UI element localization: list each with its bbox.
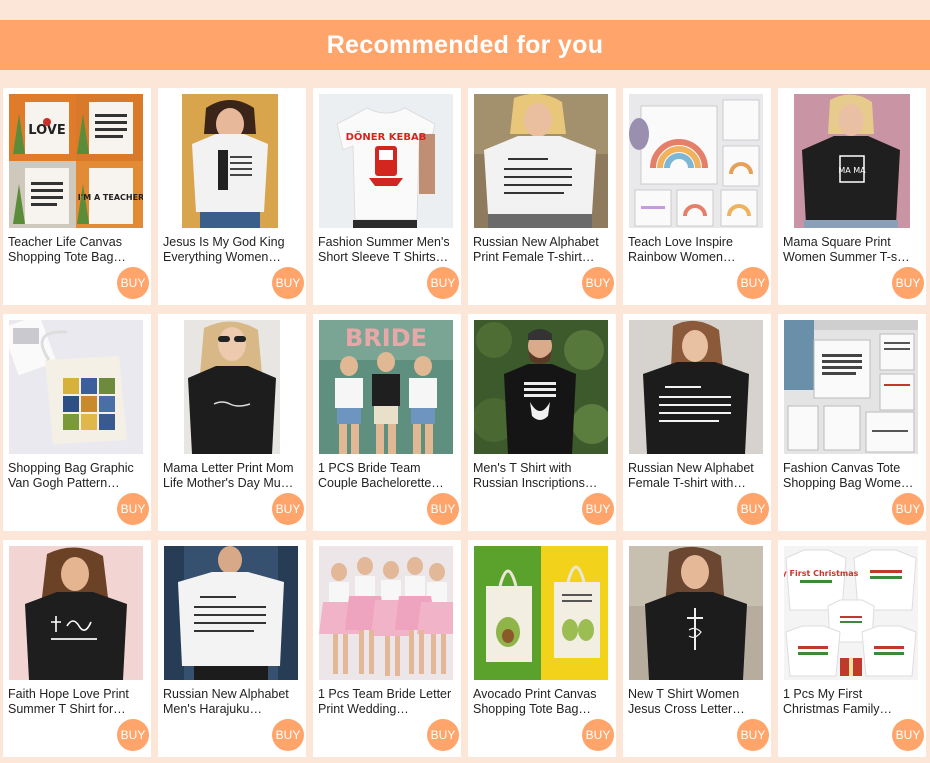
product-image-jesus-cross-tshirt[interactable] [629, 546, 763, 680]
product-image-doner-kebab-tshirt[interactable]: DÖNER KEBAB [319, 94, 453, 228]
product-card[interactable]: Teach Love Inspire Rainbow Women… BUY [623, 88, 771, 305]
product-image-alphabet-black-tshirt[interactable] [629, 320, 763, 454]
buy-button[interactable]: BUY [272, 719, 304, 751]
buy-button[interactable]: BUY [892, 719, 924, 751]
product-image-team-bride-pink[interactable] [319, 546, 453, 680]
product-title[interactable]: Shopping Bag Graphic Van Gogh Pattern… [8, 461, 146, 491]
buy-button[interactable]: BUY [427, 267, 459, 299]
product-card[interactable]: Shopping Bag Graphic Van Gogh Pattern… B… [3, 314, 151, 531]
product-title[interactable]: Russian New Alphabet Female T-shirt with… [628, 461, 766, 491]
buy-button[interactable]: BUY [737, 719, 769, 751]
product-title[interactable]: Mama Letter Print Mom Life Mother's Day … [163, 461, 301, 491]
product-card[interactable]: Faith Hope Love Print Summer T Shirt for… [3, 540, 151, 757]
product-title[interactable]: Fashion Summer Men's Short Sleeve T Shir… [318, 235, 456, 265]
product-image-black-tshirt-sunglasses[interactable] [164, 320, 298, 454]
product-card[interactable]: Avocado Print Canvas Shopping Tote Bag… … [468, 540, 616, 757]
image-text-mama: MA MA [838, 166, 866, 175]
product-card[interactable]: Men's T Shirt with Russian Inscriptions…… [468, 314, 616, 531]
product-image-tote-bags-teacher[interactable]: LOVE I'M A TEACHER [9, 94, 143, 228]
product-card[interactable]: 1 Pcs Team Bride Letter Print Wedding… B… [313, 540, 461, 757]
product-card[interactable]: Russian New Alphabet Female T-shirt with… [623, 314, 771, 531]
product-title[interactable]: Russian New Alphabet Print Female T-shir… [473, 235, 611, 265]
product-image-white-tshirt-woman[interactable] [164, 94, 298, 228]
buy-button[interactable]: BUY [737, 493, 769, 525]
buy-button[interactable]: BUY [427, 493, 459, 525]
product-title[interactable]: Fashion Canvas Tote Shopping Bag Wome… [783, 461, 921, 491]
product-image-bride-team-group[interactable]: BRIDE [319, 320, 453, 454]
buy-button[interactable]: BUY [427, 719, 459, 751]
product-title[interactable]: 1 PCS Bride Team Couple Bachelorette… [318, 461, 456, 491]
buy-button[interactable]: BUY [117, 719, 149, 751]
product-title[interactable]: Teacher Life Canvas Shopping Tote Bag… [8, 235, 146, 265]
product-card[interactable]: DÖNER KEBAB Fashion Summer Men's Short S… [313, 88, 461, 305]
product-card[interactable]: New T Shirt Women Jesus Cross Letter… BU… [623, 540, 771, 757]
product-card[interactable]: BRIDE 1 PCS Bride Team Couple Bacheloret… [313, 314, 461, 531]
product-card[interactable]: Fashion Canvas Tote Shopping Bag Wome… B… [778, 314, 926, 531]
product-title[interactable]: Mama Square Print Women Summer T-s… [783, 235, 921, 265]
buy-button[interactable]: BUY [117, 493, 149, 525]
product-card[interactable]: Russian New Alphabet Men's Harajuku… BUY [158, 540, 306, 757]
image-text-doner: DÖNER KEBAB [346, 129, 427, 143]
product-image-beard-man-tshirt[interactable] [474, 320, 608, 454]
product-title[interactable]: Teach Love Inspire Rainbow Women… [628, 235, 766, 265]
product-title[interactable]: Faith Hope Love Print Summer T Shirt for… [8, 687, 146, 717]
image-text-teacher: I'M A TEACHER [78, 193, 143, 202]
product-card[interactable]: Jesus Is My God King Everything Women… B… [158, 88, 306, 305]
product-image-quote-tote-bags[interactable] [784, 320, 918, 454]
product-image-rainbow-tote-bags[interactable] [629, 94, 763, 228]
product-title[interactable]: 1 Pcs Team Bride Letter Print Wedding… [318, 687, 456, 717]
product-image-van-gogh-tote[interactable] [9, 320, 143, 454]
buy-button[interactable]: BUY [272, 493, 304, 525]
buy-button[interactable]: BUY [582, 267, 614, 299]
product-title[interactable]: Russian New Alphabet Men's Harajuku… [163, 687, 301, 717]
product-title[interactable]: Men's T Shirt with Russian Inscriptions… [473, 461, 611, 491]
product-title[interactable]: Avocado Print Canvas Shopping Tote Bag… [473, 687, 611, 717]
buy-button[interactable]: BUY [582, 493, 614, 525]
product-title[interactable]: New T Shirt Women Jesus Cross Letter… [628, 687, 766, 717]
buy-button[interactable]: BUY [892, 493, 924, 525]
product-image-mama-black-tshirt[interactable]: MA MA [784, 94, 918, 228]
product-image-avocado-tote[interactable] [474, 546, 608, 680]
buy-button[interactable]: BUY [892, 267, 924, 299]
image-text-bride: BRIDE [345, 324, 427, 352]
product-image-christmas-family-tshirts[interactable]: My First Christmas [784, 546, 918, 680]
page-title: Recommended for you [326, 30, 604, 59]
recommended-header: Recommended for you [0, 20, 930, 70]
image-text-christmas: My First Christmas [784, 569, 859, 578]
product-image-alphabet-white-tshirt[interactable] [474, 94, 608, 228]
buy-button[interactable]: BUY [117, 267, 149, 299]
product-card[interactable]: Russian New Alphabet Print Female T-shir… [468, 88, 616, 305]
buy-button[interactable]: BUY [582, 719, 614, 751]
product-title[interactable]: Jesus Is My God King Everything Women… [163, 235, 301, 265]
buy-button[interactable]: BUY [737, 267, 769, 299]
buy-button[interactable]: BUY [272, 267, 304, 299]
product-image-faith-hope-love-tshirt[interactable] [9, 546, 143, 680]
product-card[interactable]: Mama Letter Print Mom Life Mother's Day … [158, 314, 306, 531]
product-card[interactable]: MA MA Mama Square Print Women Summer T-s… [778, 88, 926, 305]
product-card[interactable]: My First Christmas 1 Pcs My First Christ… [778, 540, 926, 757]
product-card[interactable]: LOVE I'M A TEACHER Teacher Life Canvas S… [3, 88, 151, 305]
product-image-alphabet-men-tshirt[interactable] [164, 546, 298, 680]
product-title[interactable]: 1 Pcs My First Christmas Family… [783, 687, 921, 717]
